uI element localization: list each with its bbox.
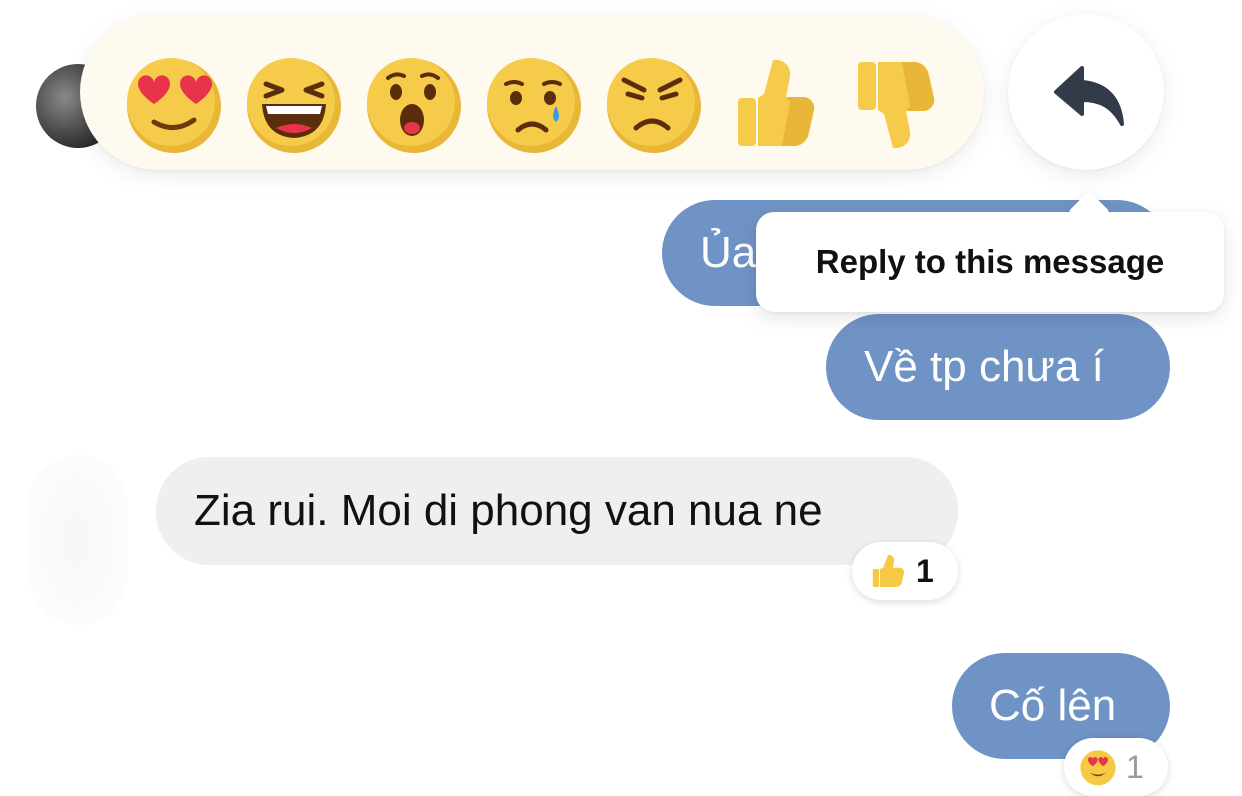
message-text: Về tp chưa í — [864, 342, 1104, 391]
sad-reaction-icon[interactable] — [484, 54, 584, 154]
message-text: Ủa — [700, 228, 757, 277]
love-reaction-icon[interactable] — [124, 54, 224, 154]
message-text: Cố lên — [989, 681, 1117, 730]
haha-reaction-icon[interactable] — [244, 54, 344, 154]
reaction-picker — [80, 14, 984, 170]
dislike-reaction-icon[interactable] — [844, 54, 944, 154]
heart-eyes-icon — [1078, 747, 1118, 787]
reaction-count: 1 — [1126, 748, 1144, 785]
like-reaction-icon[interactable] — [724, 54, 824, 154]
wow-reaction-icon[interactable] — [364, 54, 464, 154]
reply-tooltip: Reply to this message — [756, 190, 1224, 312]
message-text: Zia rui. Moi di phong van nua ne — [194, 486, 823, 535]
reaction-count: 1 — [916, 552, 934, 589]
message-bubble-outgoing[interactable]: Về tp chưa í — [826, 314, 1170, 420]
message-reaction-pill[interactable]: 1 — [852, 542, 958, 600]
reply-button[interactable] — [1008, 14, 1164, 170]
angry-reaction-icon[interactable] — [604, 54, 704, 154]
sender-avatar-placeholder — [28, 455, 128, 625]
message-reaction-pill[interactable]: 1 — [1064, 738, 1168, 796]
tooltip-text: Reply to this message — [815, 243, 1165, 280]
thumbs-up-icon — [868, 551, 908, 591]
message-bubble-incoming[interactable]: Zia rui. Moi di phong van nua ne — [156, 457, 958, 565]
